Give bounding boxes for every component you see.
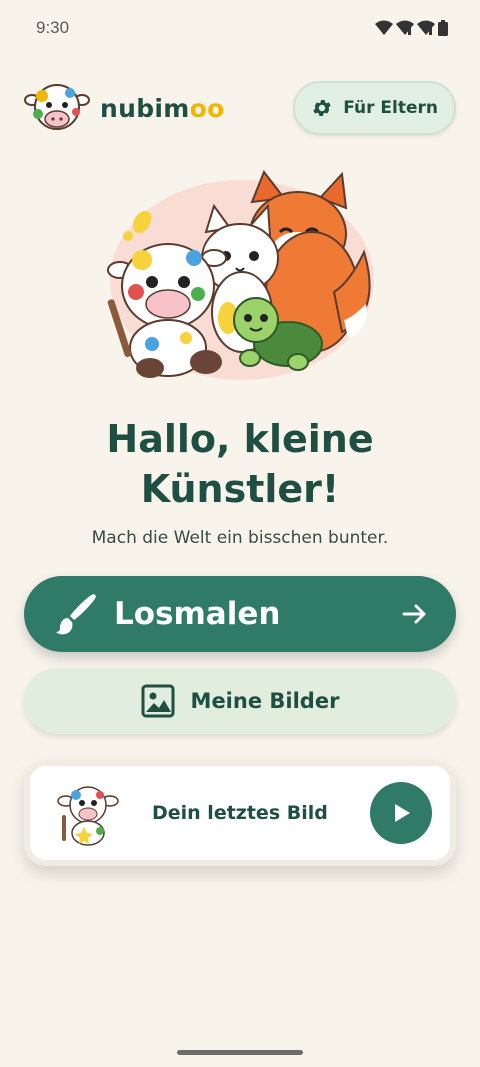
- brand: nubimoo: [24, 80, 225, 136]
- hero-illustration: [107, 169, 374, 380]
- last-picture-card[interactable]: Dein letztes Bild: [24, 760, 456, 866]
- my-pictures-label: Meine Bilder: [190, 689, 340, 713]
- cow-logo-icon: [24, 84, 90, 130]
- battery-icon: [438, 20, 448, 36]
- status-icons: [375, 20, 448, 36]
- page-subtitle: Mach die Welt ein bisschen bunter.: [91, 528, 389, 548]
- parents-button[interactable]: Für Eltern: [293, 81, 456, 135]
- status-bar: 9:30: [0, 0, 480, 56]
- wifi-icon: [375, 20, 393, 35]
- play-button[interactable]: [370, 782, 432, 844]
- play-icon: [395, 804, 410, 822]
- last-picture-label: Dein letztes Bild: [152, 802, 328, 824]
- signal-icon: [396, 20, 414, 35]
- signal-icon: [417, 20, 435, 35]
- status-time: 9:30: [36, 18, 70, 37]
- page-title: Hallo, kleine Künstler!: [0, 414, 480, 514]
- title-line-1: Hallo, kleine: [106, 417, 374, 461]
- brush-icon: [56, 594, 96, 635]
- title-line-2: Künstler!: [140, 467, 340, 511]
- brand-name: nubimoo: [100, 94, 225, 123]
- home-indicator[interactable]: [177, 1050, 303, 1055]
- start-painting-button[interactable]: Losmalen: [24, 576, 456, 652]
- brand-name-accent: oo: [189, 93, 225, 123]
- app-header: nubimoo Für Eltern: [24, 80, 456, 136]
- image-icon: [141, 684, 175, 718]
- parents-button-label: Für Eltern: [343, 98, 438, 118]
- start-painting-label: Losmalen: [114, 596, 281, 632]
- last-picture-thumbnail: [57, 786, 119, 846]
- my-pictures-button[interactable]: Meine Bilder: [24, 668, 456, 734]
- arrow-right-icon: [402, 604, 426, 624]
- brand-name-main: nubim: [100, 93, 190, 123]
- gear-icon: [313, 100, 331, 116]
